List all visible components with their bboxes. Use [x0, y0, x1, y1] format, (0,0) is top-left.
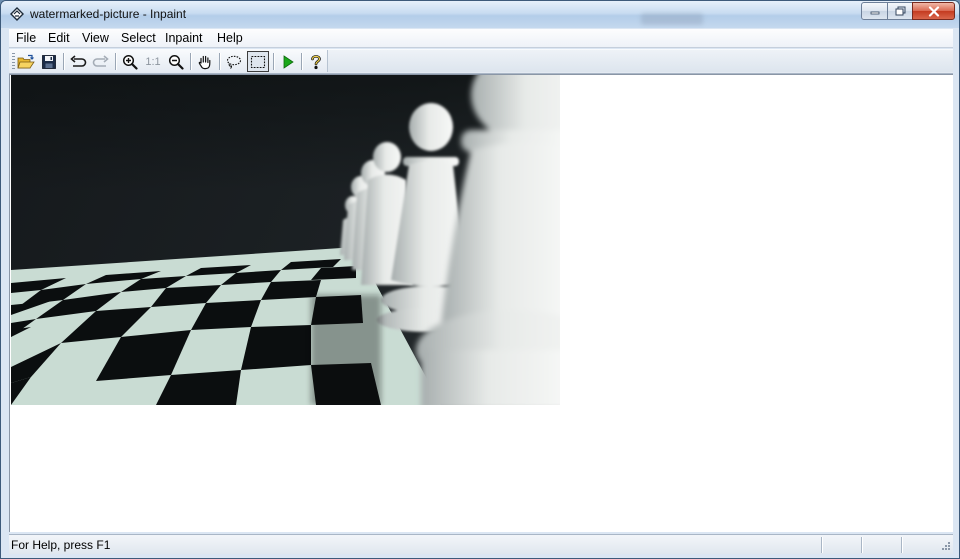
minimize-button[interactable] [861, 2, 888, 20]
lasso-select-icon [226, 55, 242, 69]
hand-pan-icon [198, 55, 211, 69]
redo-icon [92, 54, 109, 67]
toolbar-separator [63, 53, 64, 70]
rect-select-icon [250, 55, 266, 68]
minimize-icon [870, 11, 879, 15]
title-bar[interactable]: watermarked-picture - Inpaint [1, 1, 959, 28]
zoom-in-button[interactable] [119, 51, 141, 72]
pan-button[interactable] [194, 51, 216, 72]
menu-view[interactable]: View [82, 31, 109, 45]
lasso-button[interactable] [223, 51, 245, 72]
save-button[interactable] [38, 51, 60, 72]
maximize-button[interactable] [887, 2, 913, 20]
save-icon [42, 54, 56, 69]
run-inpaint-icon [283, 54, 294, 69]
menu-inpaint[interactable]: Inpaint [165, 31, 203, 45]
status-text: For Help, press F1 [11, 538, 111, 552]
close-button[interactable] [912, 2, 955, 20]
image-canvas[interactable] [9, 74, 953, 532]
actual-size-button[interactable]: 1:1 [142, 51, 164, 72]
redo-button[interactable] [90, 51, 112, 72]
toolbar-separator [115, 53, 116, 70]
background-window-ghost [641, 13, 703, 25]
help-icon [311, 54, 321, 69]
status-bar: For Help, press F1 [9, 534, 953, 554]
status-pane [861, 537, 901, 553]
actual-size-icon: 1:1 [145, 55, 161, 68]
toolbar-empty-area [327, 50, 953, 72]
toolbar: 1:1 [9, 49, 953, 74]
status-pane [901, 537, 939, 553]
help-button[interactable] [305, 51, 327, 72]
toolbar-separator [273, 53, 274, 70]
menu-edit[interactable]: Edit [48, 31, 70, 45]
menu-bar: File Edit View Select Inpaint Help [9, 29, 953, 48]
maximize-icon [895, 6, 905, 16]
resize-grip-icon[interactable] [939, 539, 951, 551]
menu-select[interactable]: Select [121, 31, 156, 45]
inpaint-app-icon [10, 7, 24, 21]
toolbar-separator [219, 53, 220, 70]
status-pane [821, 537, 861, 553]
zoom-in-icon [122, 54, 138, 70]
app-window: watermarked-picture - Inpaint File Edit … [0, 0, 960, 559]
toolbar-separator [301, 53, 302, 70]
menu-file[interactable]: File [16, 31, 36, 45]
undo-button[interactable] [67, 51, 89, 72]
open-folder-icon [17, 54, 35, 68]
toolbar-separator [190, 53, 191, 70]
open-button[interactable] [15, 51, 37, 72]
zoom-out-icon [168, 54, 184, 70]
run-inpaint-button[interactable] [277, 51, 299, 72]
window-title: watermarked-picture - Inpaint [30, 7, 187, 21]
zoom-out-button[interactable] [165, 51, 187, 72]
rect-select-button[interactable] [247, 51, 269, 72]
close-icon [928, 5, 939, 17]
menu-help[interactable]: Help [217, 31, 243, 45]
chess-pawns-on-board-photo[interactable] [11, 75, 560, 405]
undo-icon [70, 54, 87, 67]
